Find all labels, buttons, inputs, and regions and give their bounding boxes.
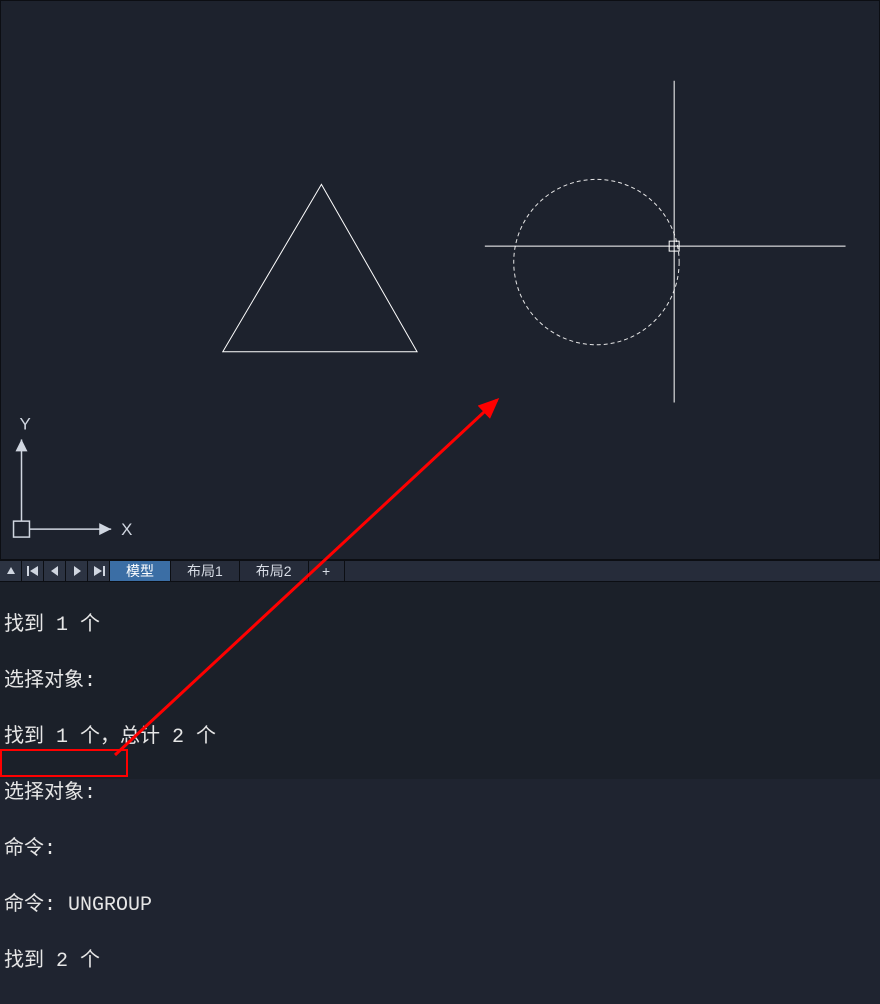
ucs-icon: Y X [14, 414, 133, 539]
tab-model[interactable]: 模型 [110, 561, 171, 581]
ucs-x-label: X [121, 520, 132, 539]
cmd-line: 命令: [4, 836, 876, 864]
circle-shape[interactable] [514, 179, 679, 344]
cmd-line: 找到 1 个，总计 2 个 [4, 724, 876, 752]
tab-last-button[interactable] [88, 561, 110, 581]
cmd-line: 找到 2 个 [4, 948, 876, 976]
tab-label: 模型 [126, 561, 154, 581]
plus-icon: + [322, 563, 330, 579]
cmd-line: 命令: UNGROUP [4, 892, 876, 920]
triangle-shape[interactable] [223, 184, 417, 351]
tab-prev-button[interactable] [44, 561, 66, 581]
tab-label: 布局1 [187, 561, 223, 581]
tab-scroll-up-button[interactable] [0, 561, 22, 581]
tab-layout2[interactable]: 布局2 [240, 561, 309, 581]
tab-next-button[interactable] [66, 561, 88, 581]
tab-layout1[interactable]: 布局1 [171, 561, 240, 581]
crosshair-cursor [485, 81, 846, 403]
cmd-line: 找到 1 个 [4, 612, 876, 640]
tab-first-button[interactable] [22, 561, 44, 581]
tab-bar: 模型 布局1 布局2 + [0, 560, 880, 582]
ucs-y-label: Y [20, 414, 31, 433]
drawing-canvas[interactable]: Y X [0, 0, 880, 560]
command-history[interactable]: 找到 1 个 选择对象: 找到 1 个，总计 2 个 选择对象: 命令: 命令:… [0, 582, 880, 779]
tab-label: 布局2 [256, 561, 292, 581]
cmd-line: 选择对象: [4, 668, 876, 696]
tab-add-button[interactable]: + [309, 561, 345, 581]
cmd-line: 选择对象: [4, 780, 876, 808]
